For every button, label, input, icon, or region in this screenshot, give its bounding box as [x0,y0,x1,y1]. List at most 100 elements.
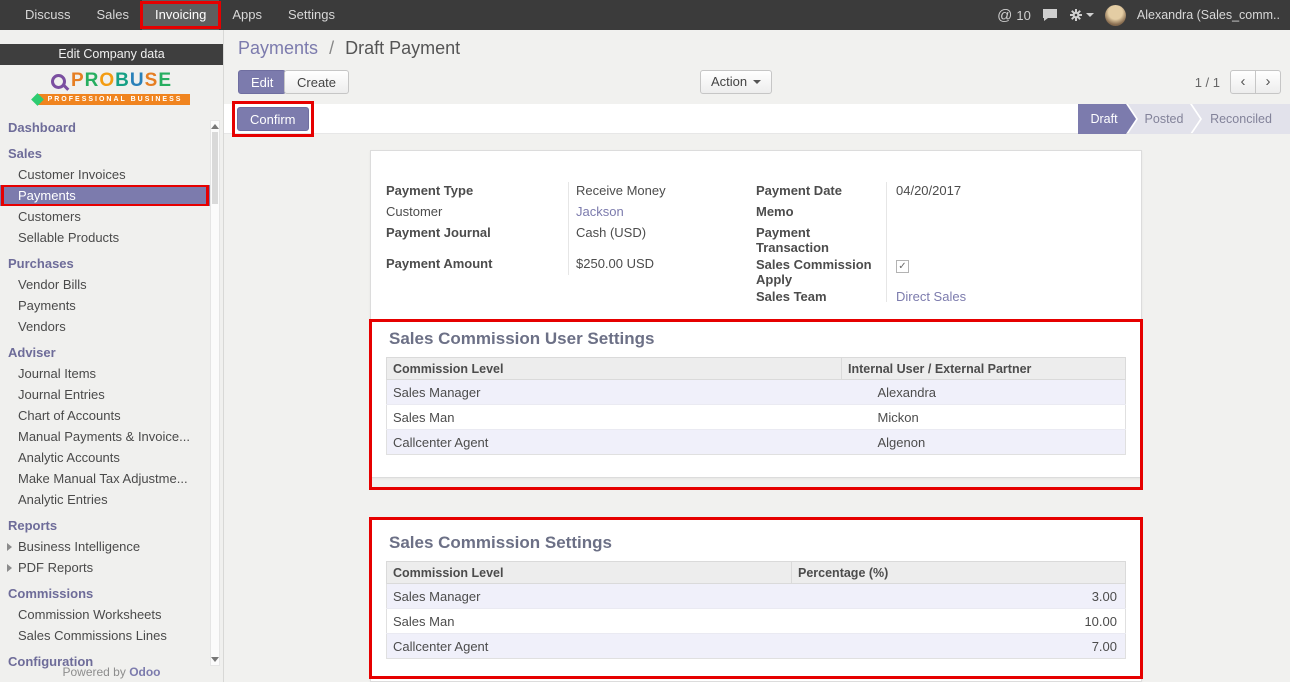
sidebar-section-reports[interactable]: Reports [0,516,210,536]
column-internal-user[interactable]: Internal User / External Partner [842,358,1126,380]
customer-link[interactable]: Jackson [568,202,624,219]
settings-menu-button[interactable] [1069,8,1094,22]
main-menu: Discuss Sales Invoicing Apps Settings [0,0,348,30]
percentage-cell: 7.00 [792,634,1126,659]
sidebar-section-dashboard[interactable]: Dashboard [0,118,210,138]
percentage-cell: 3.00 [792,584,1126,609]
nav-item-apps[interactable]: Apps [219,0,275,30]
sidebar-item-journal-items[interactable]: Journal Items [0,363,210,384]
sidebar-item-analytic-entries[interactable]: Analytic Entries [0,489,210,510]
commission-level-cell: Sales Man [387,405,842,430]
sidebar-menu: Dashboard Sales Customer Invoices Paymen… [0,118,210,672]
odoo-link[interactable]: Odoo [129,665,160,679]
sidebar-item-commission-worksheets[interactable]: Commission Worksheets [0,604,210,625]
table-row[interactable]: Sales Man 10.00 [387,609,1126,634]
commission-level-cell: Callcenter Agent [387,634,792,659]
mention-icon: @ [997,7,1012,24]
column-commission-level[interactable]: Commission Level [387,562,792,584]
field-label: Payment Type [386,181,568,198]
create-button[interactable]: Create [284,70,349,94]
sidebar-item-payments[interactable]: Payments [0,185,210,206]
commission-settings-section: Sales Commission Settings Commission Lev… [371,519,1141,659]
chevron-right-icon [7,564,12,572]
form-right-column: Payment Date 04/20/2017 Memo Payment Tra… [756,181,1131,308]
sidebar-section-commissions[interactable]: Commissions [0,584,210,604]
sidebar-item-vendor-bills[interactable]: Vendor Bills [0,274,210,295]
sidebar-item-analytic-accounts[interactable]: Analytic Accounts [0,447,210,468]
table-row[interactable]: Sales Man Mickon [387,405,1126,430]
table-row[interactable]: Callcenter Agent 7.00 [387,634,1126,659]
scroll-down-arrow-icon[interactable] [211,657,219,662]
sidebar-scrollbar[interactable] [210,120,220,666]
nav-item-sales[interactable]: Sales [84,0,143,30]
sidebar-item-business-intelligence[interactable]: Business Intelligence [0,536,210,557]
sales-commission-apply-checkbox[interactable]: ✓ [896,260,909,273]
sidebar-item-pdf-reports[interactable]: PDF Reports [0,557,210,578]
field-sales-commission-apply: Sales Commission Apply ✓ [756,255,1131,287]
navbar-systray: @ 10 Alexandra (Sales_comm.. [997,0,1290,30]
sidebar-section-purchases[interactable]: Purchases [0,254,210,274]
commission-level-cell: Sales Manager [387,380,842,405]
nav-item-invoicing[interactable]: Invoicing [142,0,219,30]
commission-level-cell: Callcenter Agent [387,430,842,455]
user-settings-table: Commission Level Internal User / Externa… [386,357,1126,455]
form-left-column: Payment Type Receive Money Customer Jack… [386,181,741,275]
edit-button[interactable]: Edit [238,70,286,94]
column-percentage[interactable]: Percentage (%) [792,562,1126,584]
pager-next-button[interactable]: › [1255,70,1281,94]
action-dropdown-label: Action [711,71,747,93]
avatar[interactable] [1105,5,1126,26]
partner-cell: Algenon [842,430,1126,455]
pager-previous-button[interactable]: ‹ [1230,70,1256,94]
user-menu[interactable]: Alexandra (Sales_comm.. [1137,8,1280,22]
chat-button[interactable] [1042,8,1058,22]
table-row[interactable]: Callcenter Agent Algenon [387,430,1126,455]
table-row[interactable]: Sales Manager 3.00 [387,584,1126,609]
sidebar-section-sales[interactable]: Sales [0,144,210,164]
field-memo: Memo [756,202,1131,223]
sidebar-item-sales-commissions-lines[interactable]: Sales Commissions Lines [0,625,210,646]
field-payment-transaction: Payment Transaction [756,223,1131,255]
field-label: Memo [756,202,886,219]
sales-team-link[interactable]: Direct Sales [886,287,966,304]
sidebar-item-chart-of-accounts[interactable]: Chart of Accounts [0,405,210,426]
percentage-cell: 10.00 [792,609,1126,634]
field-value: 04/20/2017 [886,181,961,198]
commission-level-cell: Sales Man [387,609,792,634]
sidebar-item-journal-entries[interactable]: Journal Entries [0,384,210,405]
confirm-button[interactable]: Confirm [237,107,309,131]
status-step-posted[interactable]: Posted [1128,104,1200,134]
powered-by-footer: Powered by Odoo [0,665,223,679]
sidebar-item-pdf-label: PDF Reports [18,560,93,575]
nav-item-settings[interactable]: Settings [275,0,348,30]
sidebar-item-tax-adjustment[interactable]: Make Manual Tax Adjustme... [0,468,210,489]
status-step-draft[interactable]: Draft [1078,104,1136,134]
field-value: $250.00 USD [568,254,654,271]
confirm-button-wrap: Confirm [237,107,309,131]
sidebar-item-sellable-products[interactable]: Sellable Products [0,227,210,248]
field-label: Payment Journal [386,223,568,240]
partner-cell: Alexandra [842,380,1126,405]
edit-company-data-button[interactable]: Edit Company data [0,44,223,65]
nav-item-discuss[interactable]: Discuss [12,0,84,30]
pager-counter: 1 / 1 [1195,75,1220,90]
action-dropdown[interactable]: Action [700,70,772,94]
sidebar-item-purchase-payments[interactable]: Payments [0,295,210,316]
mention-counter[interactable]: @ 10 [997,7,1031,24]
column-commission-level[interactable]: Commission Level [387,358,842,380]
table-row[interactable]: Sales Manager Alexandra [387,380,1126,405]
chevron-down-icon [753,80,761,84]
scrollbar-thumb[interactable] [212,132,218,204]
sidebar-item-customers[interactable]: Customers [0,206,210,227]
scroll-up-arrow-icon[interactable] [211,124,219,129]
breadcrumb-payments-link[interactable]: Payments [238,38,318,58]
table-header-row: Commission Level Percentage (%) [387,562,1126,584]
sidebar-item-manual-payments[interactable]: Manual Payments & Invoice... [0,426,210,447]
sidebar-section-adviser[interactable]: Adviser [0,343,210,363]
status-step-reconciled[interactable]: Reconciled [1192,104,1290,134]
field-label: Payment Transaction [756,223,886,255]
mention-count: 10 [1016,8,1030,23]
sidebar-item-customer-invoices[interactable]: Customer Invoices [0,164,210,185]
sidebar-item-vendors[interactable]: Vendors [0,316,210,337]
payment-form-sheet: Payment Type Receive Money Customer Jack… [370,150,1142,478]
